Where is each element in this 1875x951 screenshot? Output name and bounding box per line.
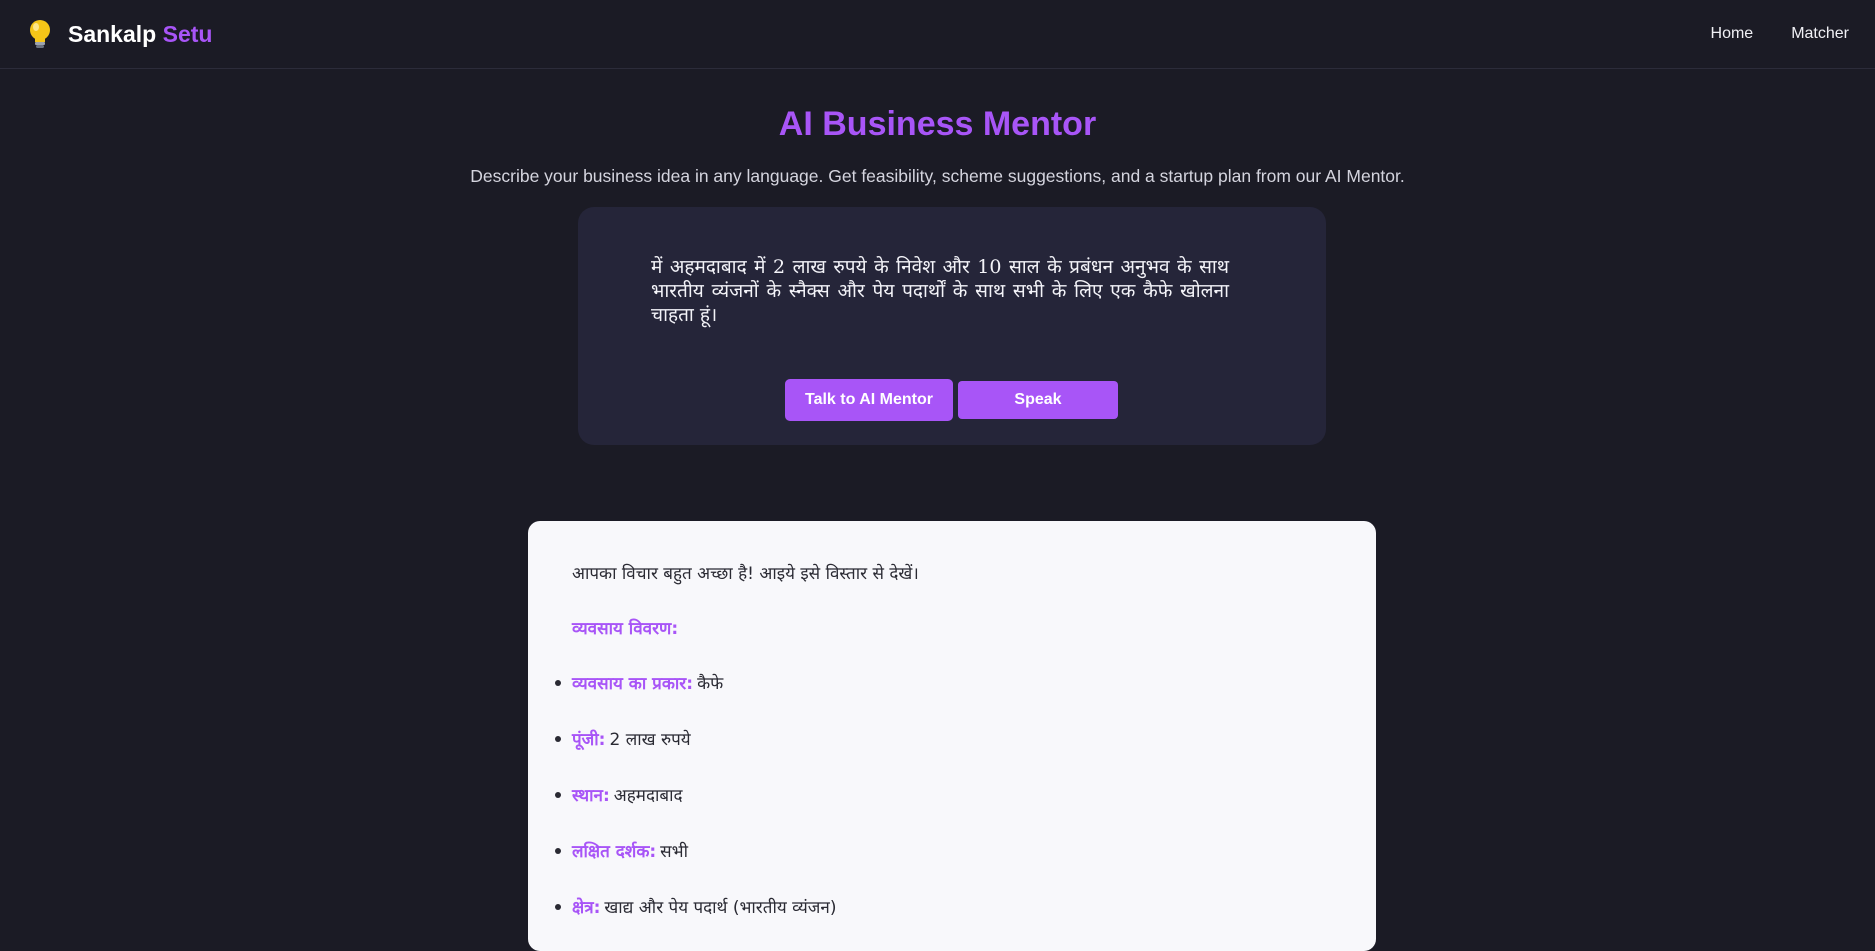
- mentor-response-card: आपका विचार बहुत अच्छा है! आइये इसे विस्त…: [528, 521, 1376, 951]
- business-details-list: व्यवसाय का प्रकार: कैफे पूंजी: 2 लाख रुपये…: [555, 671, 1332, 918]
- page-title: AI Business Mentor: [778, 105, 1097, 143]
- detail-value: अहमदाबाद: [613, 786, 683, 806]
- hero-section: AI Business Mentor Describe your busines…: [0, 69, 1875, 187]
- list-item: स्थान: अहमदाबाद: [555, 783, 1332, 806]
- detail-value: कैफे: [697, 674, 724, 694]
- brand-name-main: Sankalp: [68, 20, 157, 47]
- response-section-title: व्यवसाय विवरण:: [572, 619, 679, 639]
- nav-link-home[interactable]: Home: [1711, 25, 1754, 43]
- list-item: लक्षित दर्शक: सभी: [555, 839, 1332, 862]
- idea-input-card: में अहमदाबाद में 2 लाख रुपये के निवेश और…: [578, 207, 1326, 445]
- page-subtitle: Describe your business idea in any langu…: [470, 166, 1405, 186]
- detail-key: व्यवसाय का प्रकार:: [572, 674, 694, 694]
- detail-key: पूंजी:: [572, 730, 606, 750]
- detail-key: स्थान:: [572, 786, 610, 806]
- navbar: Sankalp Setu Home Matcher: [0, 0, 1875, 69]
- brand-name: Sankalp Setu: [68, 21, 212, 48]
- detail-value: खाद्य और पेय पदार्थ (भारतीय व्यंजन): [604, 898, 837, 918]
- detail-key: क्षेत्र:: [572, 898, 601, 918]
- idea-textarea[interactable]: में अहमदाबाद में 2 लाख रुपये के निवेश और…: [651, 255, 1229, 327]
- speak-button[interactable]: Speak: [958, 381, 1118, 419]
- brand-name-accent: Setu: [162, 20, 213, 47]
- list-item: पूंजी: 2 लाख रुपये: [555, 727, 1332, 750]
- nav-link-matcher[interactable]: Matcher: [1791, 25, 1849, 43]
- brand-logo[interactable]: Sankalp Setu: [26, 18, 212, 50]
- list-item: क्षेत्र: खाद्य और पेय पदार्थ (भारतीय व्यं…: [555, 895, 1332, 918]
- lightbulb-icon: [30, 20, 50, 48]
- detail-value: सभी: [660, 842, 689, 862]
- detail-key: लक्षित दर्शक:: [572, 842, 657, 862]
- nav-links: Home Matcher: [1711, 25, 1849, 43]
- list-item: व्यवसाय का प्रकार: कैफे: [555, 671, 1332, 694]
- talk-to-mentor-button[interactable]: Talk to AI Mentor: [785, 379, 953, 421]
- response-intro: आपका विचार बहुत अच्छा है! आइये इसे विस्त…: [572, 564, 919, 584]
- detail-value: 2 लाख रुपये: [609, 730, 691, 750]
